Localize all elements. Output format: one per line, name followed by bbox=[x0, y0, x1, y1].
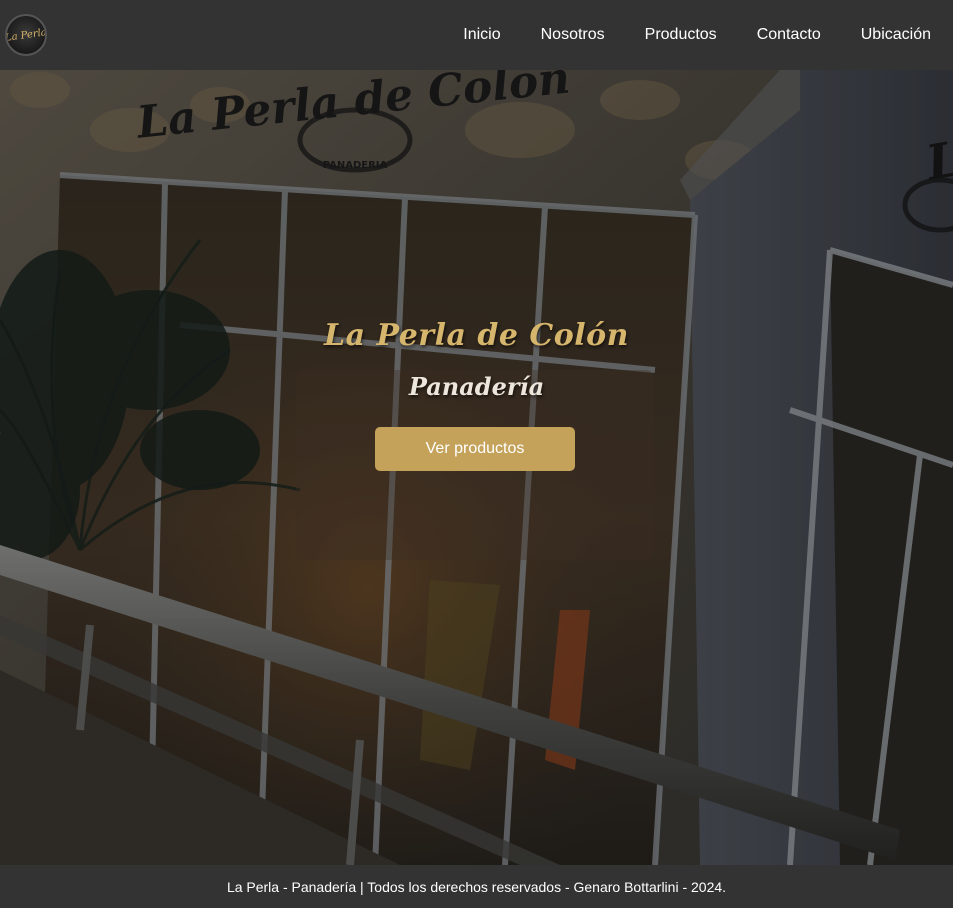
nav-link-ubicacion[interactable]: Ubicación bbox=[861, 26, 931, 44]
logo-text: La Perla bbox=[5, 26, 47, 44]
nav-link-nosotros[interactable]: Nosotros bbox=[541, 26, 605, 44]
hero-subtitle: Panadería bbox=[408, 372, 545, 401]
navbar: La Perla Inicio Nosotros Productos Conta… bbox=[0, 0, 953, 70]
nav-link-contacto[interactable]: Contacto bbox=[757, 26, 821, 44]
footer-text: La Perla - Panadería | Todos los derecho… bbox=[226, 878, 727, 895]
nav-menu: Inicio Nosotros Productos Contacto Ubica… bbox=[423, 0, 931, 70]
nav-link-productos[interactable]: Productos bbox=[645, 26, 717, 44]
footer: La Perla - Panadería | Todos los derecho… bbox=[0, 865, 953, 908]
view-products-button[interactable]: Ver productos bbox=[375, 427, 575, 471]
nav-link-inicio[interactable]: Inicio bbox=[463, 26, 500, 44]
brand-logo[interactable]: La Perla bbox=[5, 14, 47, 56]
hero-title: La Perla de Colón bbox=[323, 318, 629, 353]
